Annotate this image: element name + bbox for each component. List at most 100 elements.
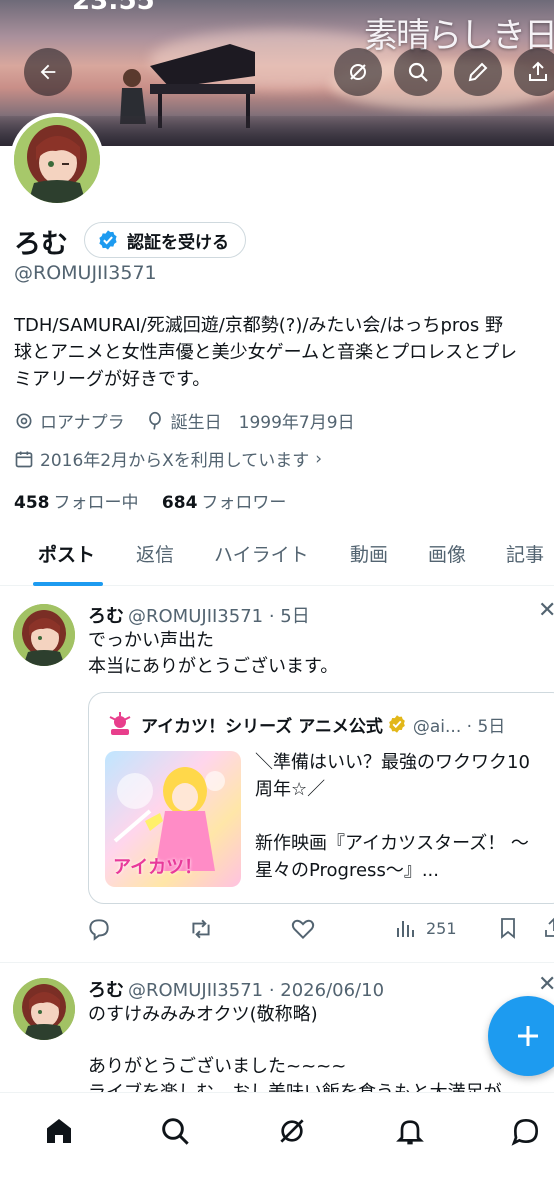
profile-handle: @ROMUJII3571	[14, 262, 157, 284]
post-line: ありがとうございました~~~~	[88, 1056, 347, 1077]
followers-label: フォロワー	[201, 493, 287, 513]
bio-line: 球とアニメと女性声優と美少女ゲームと音楽とプロレスとプレ	[14, 342, 518, 363]
verified-gold-icon	[389, 715, 405, 733]
quoted-line: ＼準備はいい？最強のワクワク10	[255, 752, 530, 773]
quoted-post-text: ＼準備はいい？最強のワクワク10 周年☆／ 新作映画『アイカツスターズ！ 〜 星…	[255, 749, 530, 884]
post-header: ろむ @ROMUJII3571 · 2026/06/10	[88, 976, 384, 1002]
nav-notifications[interactable]	[392, 1113, 428, 1149]
quoted-line	[255, 803, 530, 830]
bell-icon	[396, 1120, 424, 1145]
following-label: フォロー中	[53, 493, 139, 513]
calendar-icon	[14, 449, 34, 469]
share-icon	[529, 61, 547, 81]
post-text: のすけみみみオクツ(敬称略) ありがとうございました~~~~ ライブを楽しむ、お…	[88, 1002, 502, 1092]
grok-button[interactable]	[334, 48, 382, 96]
post[interactable]: ろむ @ROMUJII3571 · 2026/06/10 ✕ のすけみみみオクツ(…	[0, 962, 554, 1092]
get-verified-button[interactable]: 認証を受ける	[84, 222, 246, 258]
bio-line: ミアリーグが好きです。	[14, 369, 211, 390]
profile-bio: TDH/SAMURAI/死滅回遊/京都勢(?)/みたい会/はっちpros 野 球…	[14, 312, 554, 393]
profile-meta-row: ロアナプラ 誕生日 1999年7月9日	[14, 408, 355, 433]
nav-grok[interactable]	[274, 1113, 310, 1149]
bottom-navigation	[0, 1092, 554, 1200]
post-line: でっかい声出た	[88, 630, 214, 651]
chevron-right-icon: ›	[315, 448, 323, 469]
quoted-line: 星々のProgress〜』...	[255, 860, 439, 881]
tab-posts[interactable]: ポスト	[38, 540, 95, 567]
post-avatar[interactable]	[13, 604, 75, 666]
tab-images[interactable]: 画像	[428, 540, 466, 567]
location-icon	[14, 411, 34, 431]
profile-name: ろむ	[14, 229, 68, 260]
post-actions: 251	[86, 912, 554, 946]
search-button[interactable]	[394, 48, 442, 96]
get-verified-label: 認証を受ける	[127, 232, 229, 253]
home-icon	[47, 1119, 71, 1143]
tab-articles[interactable]: 記事	[506, 540, 544, 567]
profile-joined-row[interactable]: 2016年2月からXを利用しています ›	[14, 446, 322, 471]
followers-link[interactable]: 684 フォロワー	[162, 493, 287, 513]
following-count: 458	[14, 493, 50, 513]
share-icon	[545, 917, 554, 937]
nav-search[interactable]	[157, 1113, 193, 1149]
post-line	[88, 1028, 502, 1054]
quoted-line: 新作映画『アイカツスターズ！ 〜	[255, 833, 529, 854]
post-avatar[interactable]	[13, 978, 75, 1040]
profile-birthday: 誕生日 1999年7月9日	[170, 413, 355, 433]
quoted-handle-time: @ai... · 5日	[412, 716, 506, 737]
post-more-icon[interactable]: ✕	[538, 598, 554, 623]
edit-button[interactable]	[454, 48, 502, 96]
balloon-icon	[145, 411, 165, 431]
bookmark-button[interactable]	[496, 916, 520, 940]
repost-button[interactable]	[188, 916, 214, 942]
profile-avatar[interactable]	[10, 113, 104, 207]
profile-joined: 2016年2月からXを利用しています	[40, 451, 310, 471]
profile-tabs: ポスト 返信 ハイライト 動画 画像 記事	[0, 528, 554, 586]
post-author-name[interactable]: ろむ	[88, 606, 124, 627]
tab-videos[interactable]: 動画	[350, 540, 388, 567]
active-tab-indicator	[33, 582, 103, 586]
nav-messages[interactable]	[508, 1113, 544, 1149]
quoted-avatar-icon	[109, 712, 131, 735]
views-count: 251	[426, 918, 457, 938]
post-line: ライブを楽しむ、おし美味い飯を食うもと大満足が	[88, 1080, 502, 1092]
arrow-left-icon	[40, 64, 56, 80]
post-handle-time: @ROMUJII3571 · 5日	[128, 606, 310, 627]
status-time: 23:55	[72, 0, 155, 16]
post-more-icon[interactable]: ✕	[538, 972, 554, 997]
post-handle-time: @ROMUJII3571 · 2026/06/10	[128, 980, 385, 1001]
grok-icon	[350, 64, 366, 80]
followers-count: 684	[161, 493, 198, 513]
message-icon	[511, 1118, 539, 1146]
avatar-image	[14, 117, 100, 203]
quoted-media-thumbnail[interactable]: アイカツ！	[105, 751, 241, 887]
search-icon	[408, 62, 428, 82]
quoted-line: 周年☆／	[255, 779, 326, 800]
bio-line: TDH/SAMURAI/死滅回遊/京都勢(?)/みたい会/はっちpros 野	[14, 315, 504, 336]
back-button[interactable]	[24, 48, 72, 96]
verified-badge-icon	[99, 230, 117, 250]
share-button[interactable]	[514, 48, 554, 96]
profile-location: ロアナプラ	[40, 413, 125, 433]
heart-icon	[291, 919, 315, 940]
quoted-media-logo: アイカツ！	[113, 857, 203, 878]
like-button[interactable]	[290, 916, 316, 942]
tab-replies[interactable]: 返信	[136, 540, 174, 567]
post-line: 本当にありがとうございます。	[88, 656, 339, 677]
post-author-name[interactable]: ろむ	[88, 980, 124, 1001]
quoted-post[interactable]: アイカツ！シリーズ アニメ公式 @ai... · 5日 アイカツ！ ＼準備はいい…	[88, 692, 554, 904]
reply-icon	[89, 919, 109, 941]
banner-title: 素晴らしき日々	[364, 16, 554, 56]
views-button[interactable]: 251	[394, 916, 457, 940]
quoted-author-name: アイカツ！シリーズ アニメ公式	[141, 716, 383, 737]
tab-highlights[interactable]: ハイライト	[214, 540, 309, 567]
following-link[interactable]: 458 フォロー中	[14, 493, 139, 513]
plus-icon	[518, 1026, 538, 1046]
share-post-button[interactable]	[542, 916, 554, 940]
reply-button[interactable]	[86, 916, 112, 942]
piano-illustration	[120, 44, 255, 128]
bookmark-icon	[501, 918, 515, 939]
post-header: ろむ @ROMUJII3571 · 5日	[88, 602, 310, 628]
follow-stats: 458 フォロー中 684 フォロワー	[14, 488, 286, 513]
quoted-post-header: アイカツ！シリーズ アニメ公式 @ai... · 5日	[107, 711, 505, 737]
nav-home[interactable]	[41, 1113, 77, 1149]
